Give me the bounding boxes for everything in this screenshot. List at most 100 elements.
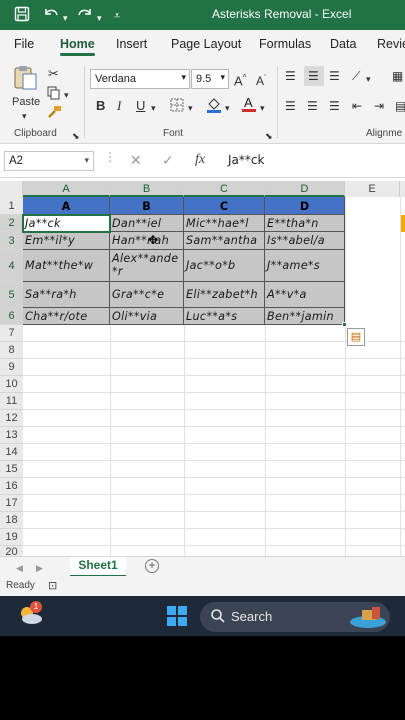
table-header-cell[interactable]: B: [110, 197, 184, 215]
font-size-select[interactable]: 9.5 ▾: [191, 69, 229, 89]
tab-data[interactable]: Data: [330, 37, 356, 51]
font-launcher-icon[interactable]: ⬊: [265, 128, 273, 144]
name-box[interactable]: A2 ▾: [4, 151, 94, 171]
table-cell[interactable]: Oli**via: [110, 308, 184, 325]
row-header[interactable]: 12: [0, 410, 23, 427]
cut-icon[interactable]: ✂: [48, 66, 59, 82]
increase-font-size-icon[interactable]: A^: [234, 70, 246, 89]
align-bottom-icon[interactable]: ☰: [329, 68, 340, 84]
italic-button[interactable]: I: [117, 98, 121, 114]
align-center-icon[interactable]: ☰: [307, 98, 318, 114]
cancel-icon[interactable]: ✕: [130, 152, 142, 169]
tab-home[interactable]: Home: [60, 37, 95, 56]
row-header[interactable]: 20: [0, 546, 23, 556]
table-cell[interactable]: Ben**jamin: [265, 308, 345, 325]
wrap-text-icon[interactable]: ▦: [392, 68, 403, 84]
table-header-cell[interactable]: A: [23, 197, 110, 215]
column-header-b[interactable]: B: [110, 181, 184, 197]
quick-analysis-icon[interactable]: ▤: [347, 328, 365, 346]
tab-review[interactable]: Revie: [377, 37, 405, 51]
select-all-corner[interactable]: [0, 181, 23, 197]
clipboard-launcher-icon[interactable]: ⬊: [72, 128, 80, 144]
orientation-icon[interactable]: ⟋: [352, 68, 360, 84]
enter-icon[interactable]: ✓: [162, 152, 174, 169]
merge-center-icon[interactable]: ▤: [395, 98, 405, 114]
font-color-icon[interactable]: A: [241, 95, 257, 117]
table-cell[interactable]: Eli**zabet*h: [184, 282, 265, 308]
table-cell[interactable]: Alex**ande*r: [110, 250, 184, 282]
search-highlight-icon[interactable]: [348, 604, 388, 633]
row-header[interactable]: 15: [0, 461, 23, 478]
underline-dropdown-icon[interactable]: ▾: [151, 100, 156, 116]
table-cell[interactable]: Dan**iel: [110, 215, 184, 232]
table-cell[interactable]: Sam**antha: [184, 232, 265, 250]
align-right-icon[interactable]: ☰: [329, 98, 340, 114]
scroll-left-icon[interactable]: ◀: [16, 560, 23, 576]
column-header-f[interactable]: [400, 181, 405, 197]
align-left-icon[interactable]: ☰: [285, 98, 296, 114]
fill-color-dropdown-icon[interactable]: ▾: [225, 100, 230, 116]
customize-toolbar-icon[interactable]: ⩡: [114, 7, 120, 25]
sheet-tab-sheet1[interactable]: Sheet1: [70, 557, 126, 577]
font-color-dropdown-icon[interactable]: ▾: [260, 100, 265, 116]
add-sheet-icon[interactable]: +: [145, 559, 159, 573]
align-top-icon[interactable]: ☰: [285, 68, 296, 84]
undo-dropdown-icon[interactable]: ▾: [63, 9, 68, 27]
tab-formulas[interactable]: Formulas: [259, 37, 311, 51]
tab-file[interactable]: File: [14, 37, 34, 51]
row-header[interactable]: 19: [0, 529, 23, 546]
copy-dropdown-icon[interactable]: ▾: [64, 87, 69, 103]
paste-dropdown-icon[interactable]: ▾: [22, 108, 27, 124]
taskbar-search[interactable]: Search: [200, 602, 390, 632]
table-cell[interactable]: Em**il*y: [23, 232, 110, 250]
table-cell[interactable]: E**tha*n: [265, 215, 345, 232]
table-cell[interactable]: A**v*a: [265, 282, 345, 308]
save-icon[interactable]: [14, 6, 30, 27]
table-cell[interactable]: Mic**hae*l: [184, 215, 265, 232]
decrease-indent-icon[interactable]: ⇤: [352, 98, 362, 114]
worksheet-grid[interactable]: A B C D E 1 2 3 4 5 6 7 8 9 10 11 12 13 …: [0, 178, 405, 556]
table-cell[interactable]: Luc**a*s: [184, 308, 265, 325]
table-header-cell[interactable]: D: [265, 197, 345, 215]
tab-page-layout[interactable]: Page Layout: [171, 37, 241, 51]
row-header[interactable]: 4: [0, 250, 23, 282]
row-header[interactable]: 9: [0, 359, 23, 376]
paste-icon[interactable]: [13, 64, 39, 96]
insert-function-icon[interactable]: fx: [195, 152, 205, 168]
bold-button[interactable]: B: [96, 98, 105, 114]
table-cell[interactable]: Han**nah: [110, 232, 184, 250]
row-header[interactable]: 3: [0, 232, 23, 250]
borders-dropdown-icon[interactable]: ▾: [188, 100, 193, 116]
table-cell[interactable]: Mat**the*w: [23, 250, 110, 282]
row-header[interactable]: 6: [0, 308, 23, 325]
align-middle-icon[interactable]: ☰: [304, 66, 324, 86]
table-cell-active[interactable]: Ja**ck: [22, 214, 111, 233]
borders-icon[interactable]: [170, 98, 184, 116]
row-header[interactable]: 10: [0, 376, 23, 393]
underline-button[interactable]: U: [136, 98, 145, 114]
row-header[interactable]: 17: [0, 495, 23, 512]
row-header[interactable]: 8: [0, 342, 23, 359]
row-header[interactable]: 5: [0, 282, 23, 308]
table-header-cell[interactable]: C: [184, 197, 265, 215]
windows-start-icon[interactable]: [166, 605, 188, 627]
row-header[interactable]: 11: [0, 393, 23, 410]
formula-input[interactable]: Ja**ck: [228, 153, 264, 167]
table-cell[interactable]: Gra**c*e: [110, 282, 184, 308]
font-family-select[interactable]: Verdana ▾: [90, 69, 190, 89]
format-painter-icon[interactable]: [47, 104, 62, 123]
tab-insert[interactable]: Insert: [116, 37, 147, 51]
scroll-right-icon[interactable]: ▶: [36, 560, 43, 576]
redo-icon[interactable]: [76, 6, 94, 27]
table-cell[interactable]: Cha**r/ote: [23, 308, 110, 325]
undo-icon[interactable]: [42, 6, 60, 27]
fill-color-icon[interactable]: [206, 96, 222, 118]
row-header[interactable]: 13: [0, 427, 23, 444]
row-header[interactable]: 7: [0, 325, 23, 342]
table-cell[interactable]: Is**abel/a: [265, 232, 345, 250]
fill-handle[interactable]: [342, 322, 347, 327]
row-header[interactable]: 14: [0, 444, 23, 461]
row-header[interactable]: 18: [0, 512, 23, 529]
increase-indent-icon[interactable]: ⇥: [374, 98, 384, 114]
accessibility-icon[interactable]: ⊡: [48, 579, 57, 592]
